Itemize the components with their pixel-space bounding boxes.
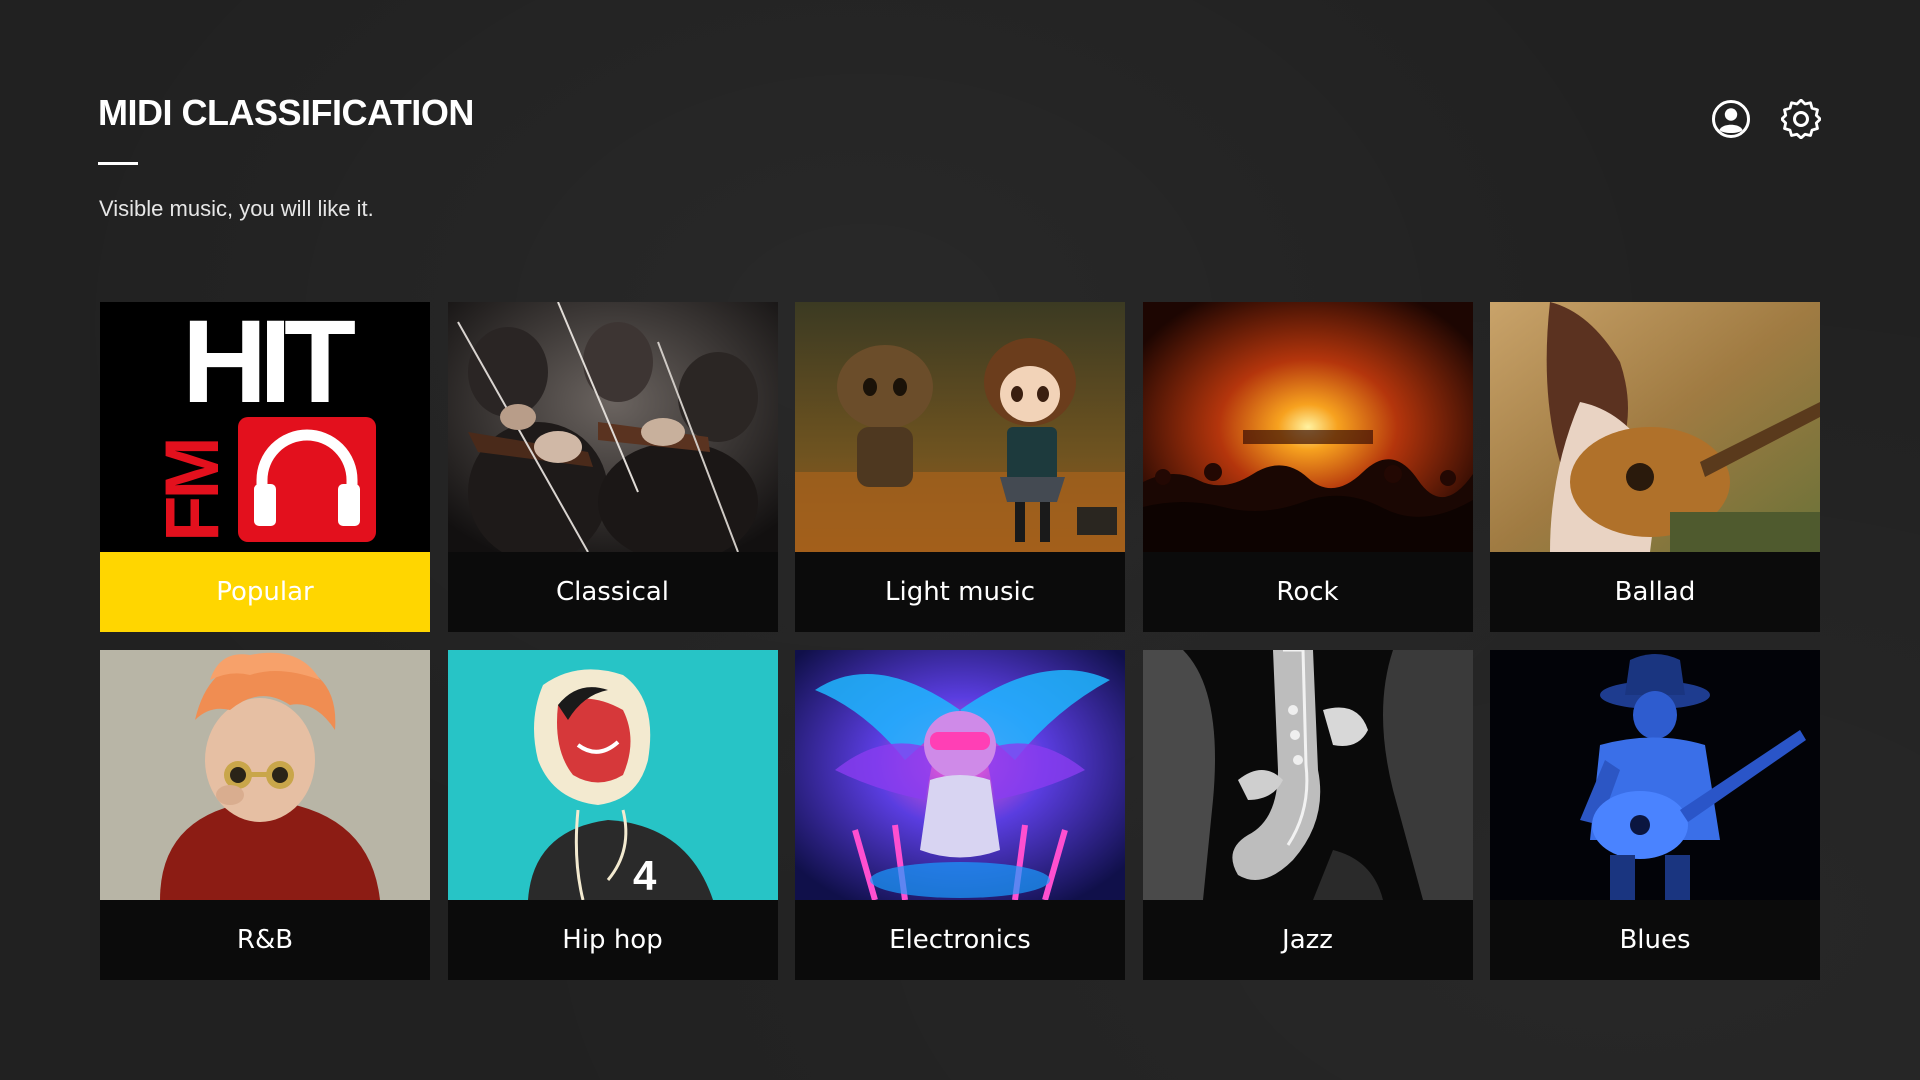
category-label: Popular <box>100 552 430 632</box>
saxophone-player-photo <box>1142 650 1473 900</box>
settings-button[interactable] <box>1781 99 1821 139</box>
user-profile-button[interactable] <box>1711 99 1751 139</box>
user-icon <box>1712 100 1750 138</box>
orange-hair-singer-photo <box>100 650 430 900</box>
category-card-blues[interactable]: Blues <box>1490 650 1820 980</box>
category-card-rock[interactable]: Rock <box>1142 302 1473 632</box>
category-label: Rock <box>1142 552 1473 632</box>
concert-crowd-photo <box>1142 302 1473 552</box>
acoustic-guitar-girl-photo <box>1490 302 1820 552</box>
anime-figurines-photo <box>795 302 1125 552</box>
title-underline <box>98 162 138 165</box>
page-header: MIDI CLASSIFICATION <box>98 92 474 165</box>
settings-icon <box>1781 99 1821 139</box>
midi-classification-screen: MIDI CLASSIFICATION Visible music, you w… <box>0 0 1920 1080</box>
svg-text:HIT: HIT <box>182 302 355 428</box>
category-grid: HIT FM Popular Classical Light music Roc… <box>100 302 1820 980</box>
category-label: Electronics <box>795 900 1125 980</box>
category-card-popular[interactable]: HIT FM Popular <box>100 302 430 632</box>
category-card-classical[interactable]: Classical <box>447 302 778 632</box>
category-card-ballad[interactable]: Ballad <box>1490 302 1820 632</box>
neon-dj-character-art <box>795 650 1125 900</box>
category-label: Classical <box>447 552 778 632</box>
category-card-hip-hop[interactable]: 4 Hip hop <box>447 650 778 980</box>
hit-fm-logo: HIT FM <box>100 302 430 552</box>
blues-guitarist-photo <box>1490 650 1820 900</box>
category-label: Light music <box>795 552 1125 632</box>
page-title: MIDI CLASSIFICATION <box>98 92 474 133</box>
page-subtitle: Visible music, you will like it. <box>99 196 374 221</box>
svg-text:4: 4 <box>633 852 657 899</box>
category-label: Blues <box>1490 900 1820 980</box>
category-label: Jazz <box>1142 900 1473 980</box>
category-label: Hip hop <box>447 900 778 980</box>
hip-hop-illustration: 4 <box>447 650 778 900</box>
top-toolbar <box>1711 99 1821 139</box>
orchestra-violins-photo <box>447 302 778 552</box>
category-card-jazz[interactable]: Jazz <box>1142 650 1473 980</box>
category-card-rnb[interactable]: R&B <box>100 650 430 980</box>
category-card-light-music[interactable]: Light music <box>795 302 1125 632</box>
category-label: R&B <box>100 900 430 980</box>
category-label: Ballad <box>1490 552 1820 632</box>
svg-text:FM: FM <box>150 440 235 542</box>
category-card-electronics[interactable]: Electronics <box>795 650 1125 980</box>
